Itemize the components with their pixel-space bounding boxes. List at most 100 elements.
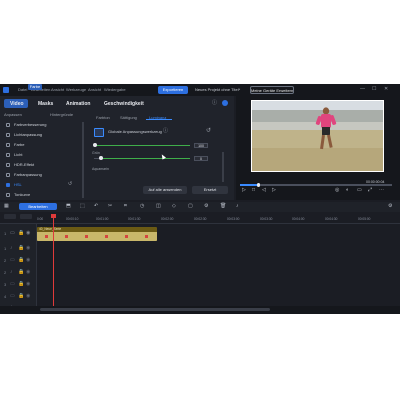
checkbox[interactable] (6, 143, 10, 147)
effect-row[interactable]: Licht (6, 152, 80, 160)
playhead[interactable] (53, 214, 54, 314)
slider-handle[interactable] (93, 143, 97, 147)
timeline-scroll-thumb[interactable] (40, 308, 270, 311)
keyframe-marker[interactable] (125, 235, 128, 238)
lock-icon[interactable]: 🔒 (18, 294, 24, 299)
subtab-farbe[interactable]: Farbe (28, 84, 42, 90)
undo-icon[interactable]: ↶ (94, 204, 98, 209)
track-header[interactable]: 1 ♪ 🔒 ◉ (0, 244, 36, 254)
menu-view2[interactable]: Ansicht (88, 88, 101, 92)
track-header[interactable]: 3 ▭ 🔒 ◉ (0, 280, 36, 290)
checkbox[interactable] (6, 193, 10, 197)
quality-icon[interactable]: ▭ (357, 188, 362, 193)
mute-icon[interactable]: ◉ (26, 246, 30, 251)
subtab-anpassen[interactable]: Anpassen (4, 113, 22, 117)
smart-devices-button[interactable]: Meine Geräte Erweitern (250, 86, 294, 94)
effect-row[interactable]: Lichtanpassung (6, 132, 80, 140)
fullscreen-icon[interactable]: ⤢ (368, 188, 372, 193)
slider-handle[interactable] (99, 156, 103, 160)
visibility-icon[interactable]: ◉ (26, 294, 30, 299)
effect-row-hsl[interactable]: HSL ↺ (6, 182, 80, 190)
checkbox[interactable] (6, 163, 10, 167)
keyframe-marker[interactable] (85, 235, 88, 238)
track-header[interactable]: 2 ♪ 🔒 ◉ (0, 268, 36, 278)
delete-icon[interactable]: 🗑 (220, 204, 226, 209)
keyframe-icon[interactable]: ◇ (172, 204, 176, 209)
checkbox[interactable] (6, 173, 10, 177)
effect-row[interactable]: Farbe (6, 142, 80, 150)
lock-icon[interactable]: 🔒 (18, 270, 24, 275)
keyframe-marker[interactable] (145, 235, 148, 238)
adj-tab-saettigung[interactable]: Sättigung (120, 116, 137, 120)
lock-icon[interactable]: 🔒 (18, 258, 24, 263)
menu-playback[interactable]: Wiedergabe (104, 88, 126, 92)
lock-icon[interactable]: 🔒 (18, 282, 24, 287)
checkbox[interactable] (6, 133, 10, 137)
edit-mode-button[interactable]: Bearbeiten (19, 203, 57, 210)
keyframe-marker[interactable] (65, 235, 68, 238)
volume-icon[interactable]: ◐ (346, 188, 349, 193)
adj-tab-farbton[interactable]: Farbton (96, 116, 110, 120)
mute-icon[interactable]: ◉ (26, 270, 30, 275)
eyedropper-icon[interactable] (94, 128, 104, 137)
visibility-icon[interactable]: ◉ (26, 231, 30, 236)
split-icon[interactable]: ✂ (108, 204, 112, 209)
tab-speed[interactable]: Geschwindigkeit (104, 101, 144, 107)
visibility-icon[interactable]: ◉ (26, 258, 30, 263)
info-badge-icon[interactable] (222, 100, 228, 106)
audio-icon[interactable]: ♪ (236, 204, 239, 209)
video-preview-frame[interactable] (251, 100, 384, 172)
slider-value-field[interactable]: 100 (194, 143, 208, 148)
tab-animation[interactable]: Animation (66, 101, 90, 107)
play-icon[interactable]: ▷ (242, 188, 246, 193)
menu-tools[interactable]: Werkzeuge (66, 88, 86, 92)
tab-masks[interactable]: Masks (38, 101, 53, 107)
keyframe-marker[interactable] (105, 235, 108, 238)
close-icon[interactable]: ✕ (384, 87, 388, 92)
menu-file[interactable]: Datei (18, 88, 27, 92)
apply-to-all-button[interactable]: Auf alle anwenden (143, 186, 187, 194)
grid-icon[interactable]: ▦ (4, 204, 9, 209)
minimize-icon[interactable]: — (360, 87, 365, 92)
preview-scrubber-handle[interactable] (256, 183, 261, 187)
snapshot-icon[interactable]: ◎ (335, 188, 339, 193)
effect-row[interactable]: Farbverbesserung (6, 122, 80, 130)
effects-scrollbar[interactable] (82, 122, 84, 198)
track-header[interactable]: 2 ▭ 🔒 ◉ (0, 256, 36, 266)
previous-frame-icon[interactable]: ◁ (262, 188, 266, 193)
track-header[interactable]: 4 ▭ 🔒 ◉ (0, 292, 36, 302)
select-tool-icon[interactable]: ⬚ (80, 204, 85, 209)
track-options-button[interactable] (20, 214, 32, 219)
menu-view[interactable]: Ansicht (51, 88, 64, 92)
help-icon[interactable]: ⓘ (212, 101, 217, 106)
lock-icon[interactable]: 🔒 (18, 231, 24, 236)
mask-icon[interactable]: ◫ (156, 204, 161, 209)
add-track-button[interactable] (4, 214, 16, 219)
visibility-icon[interactable]: ◉ (26, 282, 30, 287)
checkbox-checked[interactable] (6, 183, 10, 187)
more-icon[interactable]: ⋯ (379, 188, 384, 193)
next-frame-icon[interactable]: ▷ (272, 188, 276, 193)
reset-effect-icon[interactable]: ↺ (68, 182, 72, 187)
stop-icon[interactable]: □ (252, 188, 255, 193)
reset-icon[interactable]: ↺ (206, 128, 211, 134)
panel-scrollbar[interactable] (222, 152, 224, 182)
settings-icon[interactable]: ⚙ (388, 204, 392, 209)
tab-video[interactable]: Video (4, 99, 28, 108)
video-clip[interactable]: 40_Neue_Serie (37, 227, 157, 241)
subtab-hintergruende[interactable]: Hintergründe (50, 113, 73, 117)
effect-row[interactable]: Farbanpassung (6, 172, 80, 180)
playhead-handle[interactable] (51, 214, 56, 218)
reset-button[interactable]: Ersetzt (192, 186, 228, 194)
maximize-icon[interactable]: ☐ (372, 87, 376, 92)
checkbox[interactable] (6, 123, 10, 127)
color-tool-icon[interactable]: ⬒ (66, 204, 71, 209)
selection-frame[interactable] (251, 100, 384, 172)
transform-icon[interactable]: ▢ (188, 204, 193, 209)
track-header-video[interactable]: 1 ▭ 🔒 ◉ (0, 227, 36, 241)
speed-icon[interactable]: ◷ (140, 204, 144, 209)
effect-row[interactable]: HDR-Effekt (6, 162, 80, 170)
crop-icon[interactable]: ⌗ (124, 204, 127, 209)
adjust-icon[interactable]: ⚙ (204, 204, 208, 209)
keyframe-marker[interactable] (45, 235, 48, 238)
